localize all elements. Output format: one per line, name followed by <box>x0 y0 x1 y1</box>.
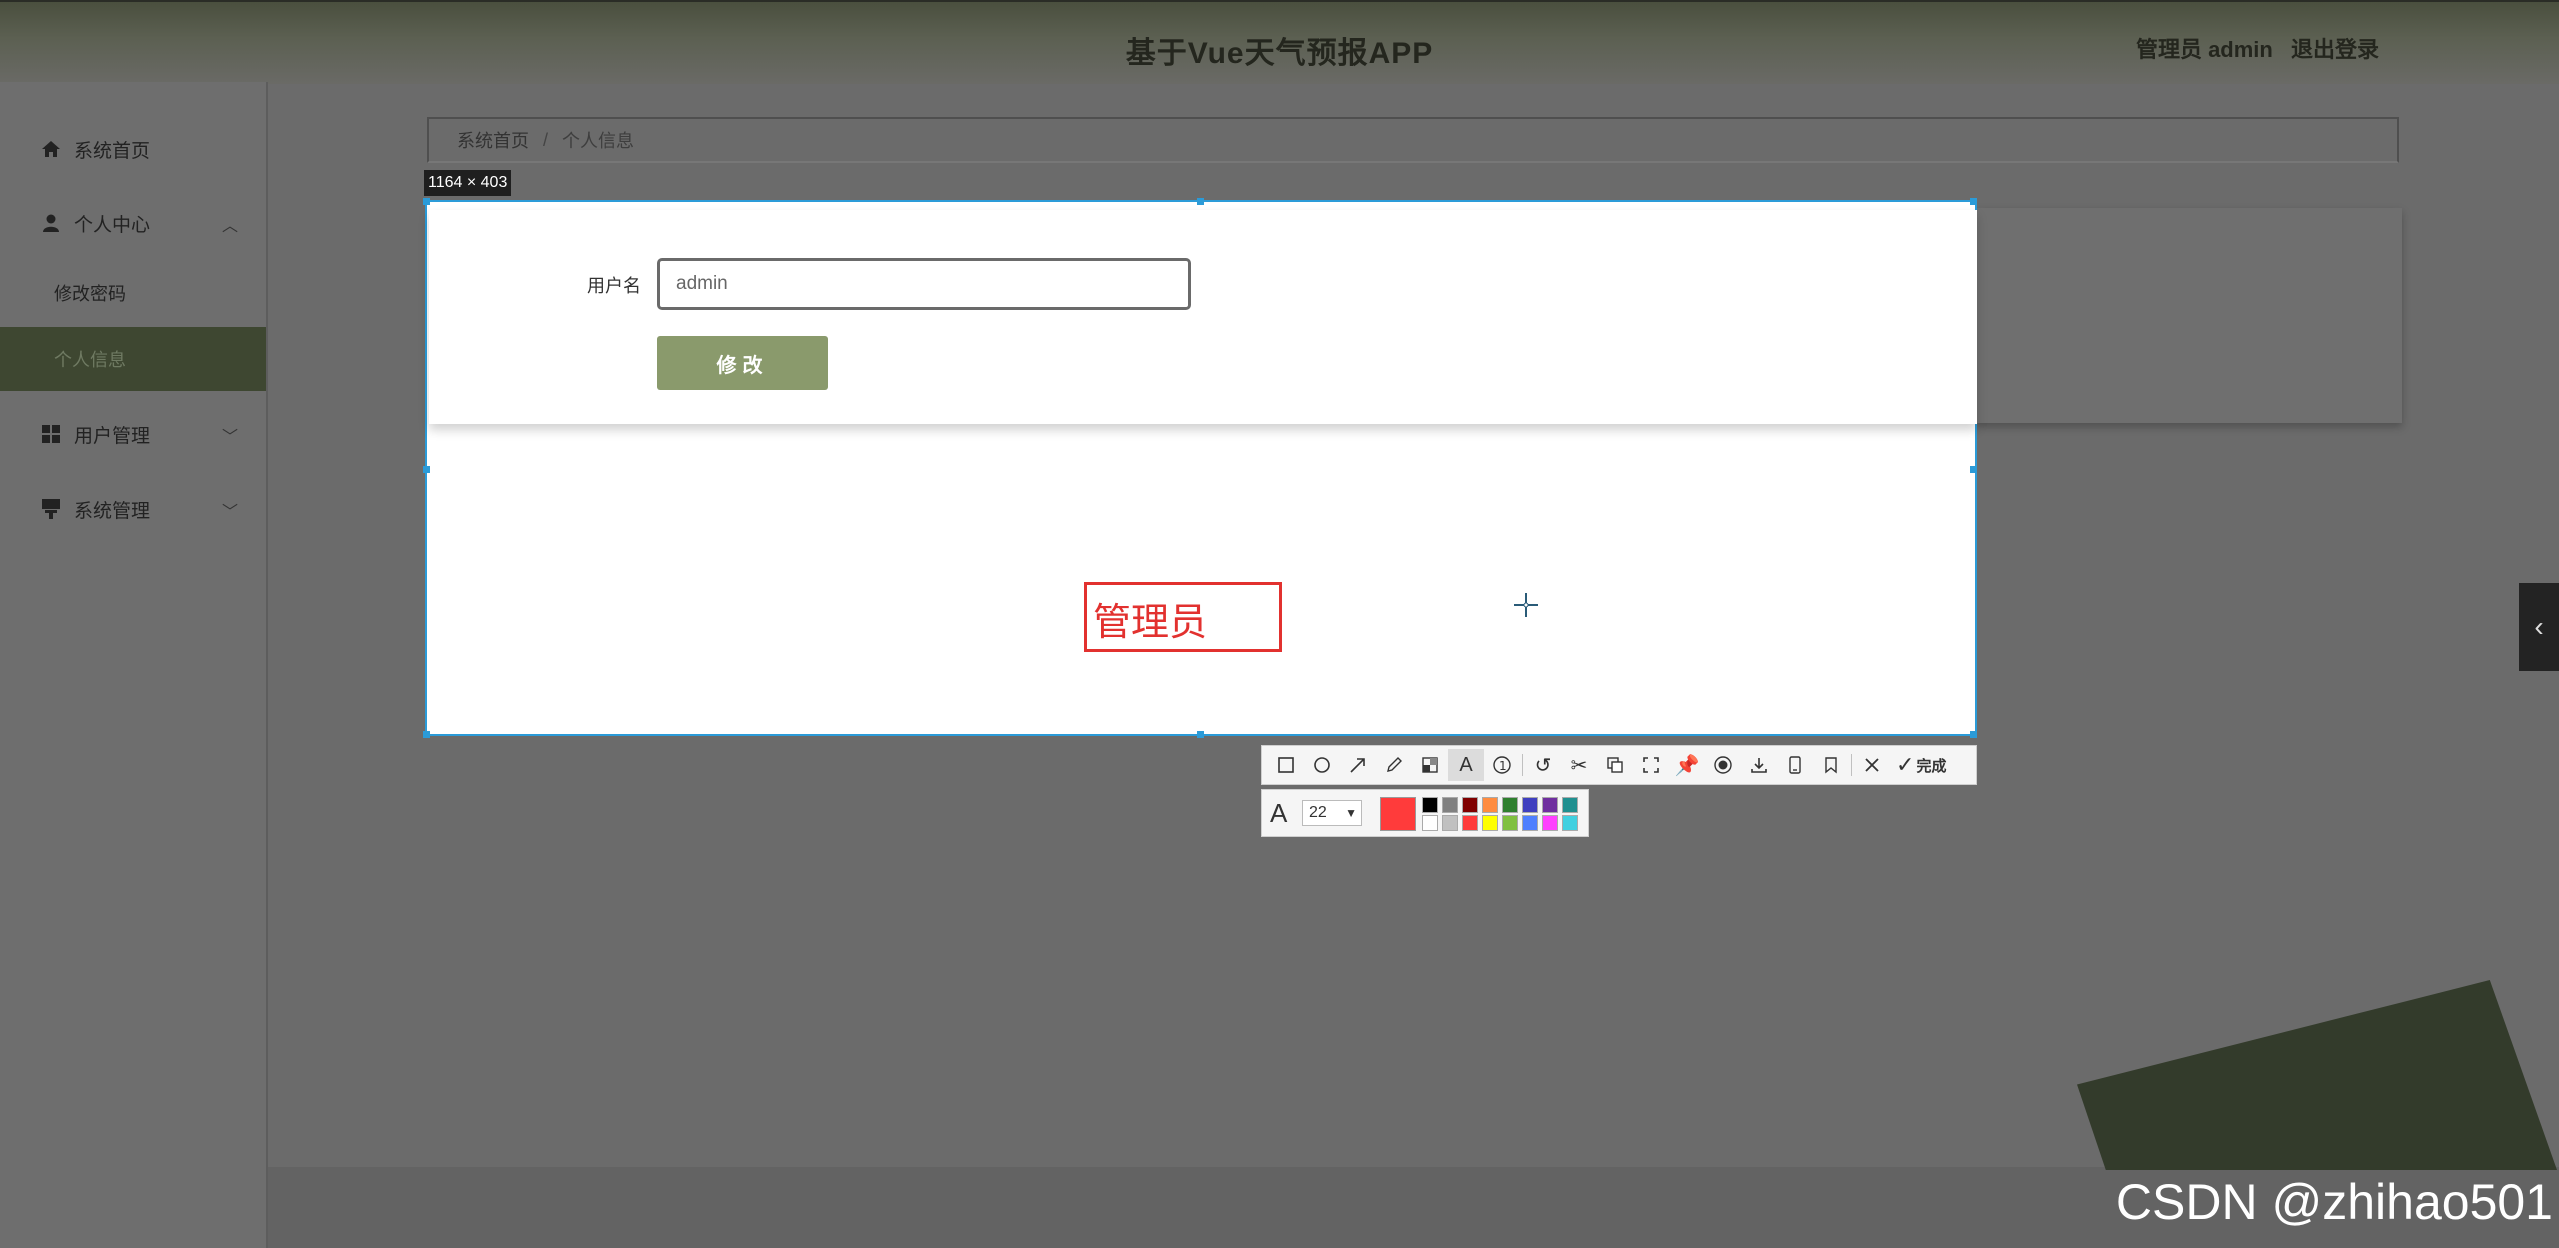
scissors-icon[interactable]: ✂ <box>1561 749 1597 781</box>
selection-size-label: 1164 × 403 <box>424 170 512 196</box>
logout-link[interactable]: 退出登录 <box>2291 37 2379 62</box>
color-swatch[interactable] <box>1522 815 1538 831</box>
ellipse-icon[interactable] <box>1304 749 1340 781</box>
download-icon[interactable] <box>1741 749 1777 781</box>
username-label: 用户名 <box>587 276 641 296</box>
close-icon[interactable] <box>1854 749 1890 781</box>
resize-handle[interactable] <box>423 198 430 205</box>
home-icon <box>40 138 62 160</box>
bookmark-icon[interactable] <box>1813 749 1849 781</box>
color-swatch[interactable] <box>1462 815 1478 831</box>
color-swatch[interactable] <box>1462 797 1478 813</box>
username-input[interactable]: admin <box>657 258 1191 310</box>
resize-handle[interactable] <box>1970 198 1977 205</box>
arrow-icon[interactable] <box>1340 749 1376 781</box>
rectangle-icon[interactable] <box>1268 749 1304 781</box>
phone-icon[interactable] <box>1777 749 1813 781</box>
sidebar-item-label: 系统管理 <box>74 500 151 522</box>
fullscreen-icon[interactable] <box>1633 749 1669 781</box>
system-icon <box>40 498 62 520</box>
header-user-area: 管理员 admin 退出登录 <box>2124 32 2379 64</box>
undo-icon[interactable]: ↺ <box>1525 749 1561 781</box>
mosaic-icon[interactable] <box>1412 749 1448 781</box>
chevron-down-icon: ﹀ <box>221 429 238 446</box>
done-button[interactable]: ✓ 完成 <box>1896 752 1946 778</box>
number-icon[interactable]: 1 <box>1484 749 1520 781</box>
content-card-dimmed <box>1976 208 2402 423</box>
text-options-toolbar: A 22 ▼ <box>1261 789 1589 837</box>
check-icon: ✓ <box>1896 752 1915 777</box>
color-swatch[interactable] <box>1442 815 1458 831</box>
sidebar-item-personal-center[interactable]: 个人中心 ︿ <box>0 186 266 260</box>
sidebar: 系统首页 个人中心 ︿ 修改密码 个人信息 用户管理 ﹀ 系统管理 ﹀ <box>0 82 268 1248</box>
crosshair-cursor-icon <box>1514 593 1538 617</box>
resize-handle[interactable] <box>1197 198 1204 205</box>
svg-text:1: 1 <box>1499 759 1507 773</box>
sidebar-item-home[interactable]: 系统首页 <box>0 112 266 186</box>
grid-icon <box>40 423 62 445</box>
resize-handle[interactable] <box>423 466 430 473</box>
color-swatch[interactable] <box>1502 797 1518 813</box>
current-color-swatch[interactable] <box>1380 797 1416 831</box>
copy-icon[interactable] <box>1597 749 1633 781</box>
sidebar-item-label: 个人中心 <box>74 214 151 236</box>
user-label: 管理员 admin <box>2135 37 2273 62</box>
color-swatch[interactable] <box>1562 815 1578 831</box>
chevron-down-icon: ﹀ <box>221 504 238 521</box>
color-swatch[interactable] <box>1482 815 1498 831</box>
profile-form-card: 用户名 admin 修改 <box>429 210 1977 424</box>
dropdown-arrow-icon: ▼ <box>1345 806 1357 820</box>
color-palette <box>1422 797 1580 831</box>
chevron-up-icon: ︿ <box>221 218 238 235</box>
user-icon <box>40 212 62 234</box>
breadcrumb: 系统首页 / 个人信息 <box>427 117 2399 163</box>
app-header: 基于Vue天气预报APP 管理员 admin 退出登录 <box>0 0 2559 84</box>
sidebar-subitem-personal-info[interactable]: 个人信息 <box>0 327 266 391</box>
font-icon: A <box>1270 798 1288 828</box>
resize-handle[interactable] <box>423 731 430 738</box>
resize-handle[interactable] <box>1970 731 1977 738</box>
pin-icon[interactable]: 📌 <box>1669 749 1705 781</box>
color-swatch[interactable] <box>1542 815 1558 831</box>
color-swatch[interactable] <box>1482 797 1498 813</box>
sidebar-subitem-change-password[interactable]: 修改密码 <box>0 261 266 325</box>
sidebar-item-label: 用户管理 <box>74 425 151 447</box>
breadcrumb-home[interactable]: 系统首页 <box>457 127 529 153</box>
chevron-left-icon: ‹ <box>2534 611 2544 642</box>
watermark: CSDN @zhihao501 <box>2115 1174 2553 1230</box>
screenshot-selection[interactable]: 用户名 admin 修改 管理员 <box>423 198 1977 738</box>
screenshot-toolbar: A 1 ↺ ✂ 📌 ✓ 完成 <box>1261 745 1977 785</box>
side-collapse-tab[interactable]: ‹ <box>2519 583 2559 671</box>
decorative-shape <box>2077 980 2557 1170</box>
record-icon[interactable] <box>1705 749 1741 781</box>
breadcrumb-current: 个人信息 <box>562 131 635 151</box>
modify-button[interactable]: 修改 <box>657 336 828 390</box>
color-swatch[interactable] <box>1522 797 1538 813</box>
resize-handle[interactable] <box>1970 466 1977 473</box>
color-swatch[interactable] <box>1542 797 1558 813</box>
sidebar-item-system-management[interactable]: 系统管理 ﹀ <box>0 472 266 546</box>
color-swatch[interactable] <box>1502 815 1518 831</box>
pencil-icon[interactable] <box>1376 749 1412 781</box>
color-swatch[interactable] <box>1422 815 1438 831</box>
font-size-select[interactable]: 22 ▼ <box>1302 800 1362 826</box>
breadcrumb-separator: / <box>543 129 549 150</box>
color-swatch[interactable] <box>1562 797 1578 813</box>
sidebar-item-user-management[interactable]: 用户管理 ﹀ <box>0 397 266 471</box>
color-swatch[interactable] <box>1442 797 1458 813</box>
color-swatch[interactable] <box>1422 797 1438 813</box>
resize-handle[interactable] <box>1197 731 1204 738</box>
sidebar-item-label: 系统首页 <box>74 140 151 162</box>
text-annotation[interactable]: 管理员 <box>1084 582 1282 652</box>
text-icon[interactable]: A <box>1448 749 1484 781</box>
